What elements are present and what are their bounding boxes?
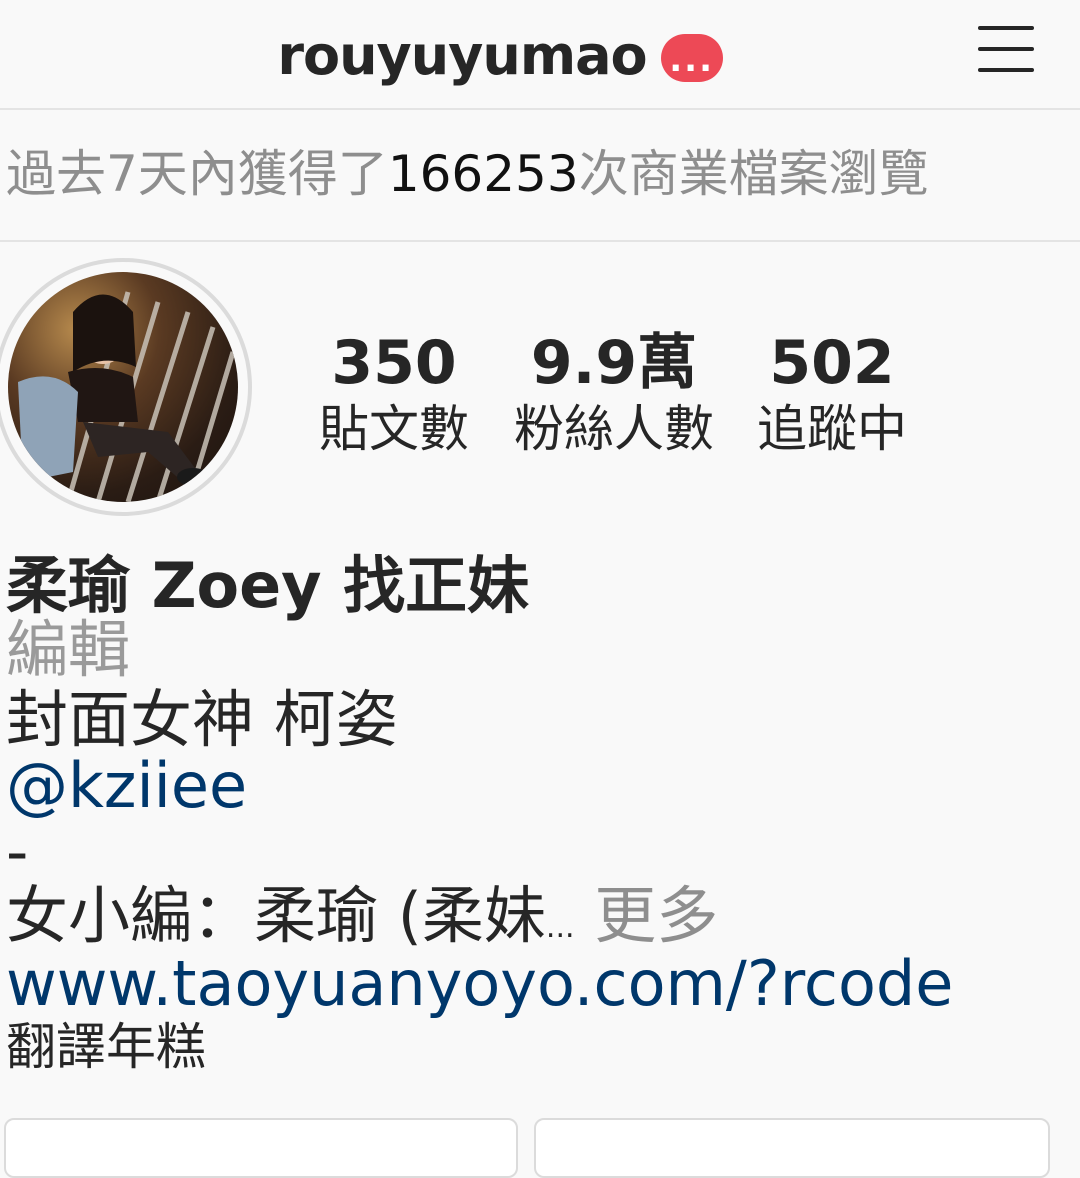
website-link[interactable]: www.taoyuanyoyo.com/?rcode [6,948,1076,1020]
notification-badge-icon[interactable] [660,33,723,82]
insight-prefix: 過去7天內獲得了 [6,145,388,203]
avatar-ring[interactable] [0,258,252,516]
bio-line-2-text: 女小編：柔瑜 (柔妹 [6,879,546,952]
avatar [8,272,238,502]
insight-suffix: 次商業檔案瀏覽 [578,145,929,203]
posts-stat[interactable]: 350 貼文數 [304,328,484,460]
profile-category: 編輯 [6,613,131,686]
following-label: 追蹤中 [757,400,907,458]
followers-count: 9.9萬 [530,328,698,398]
profile-display-name: 柔瑜 Zoey 找正妹 [6,549,530,622]
username-title: rouyuyumao [277,24,647,87]
followers-label: 粉絲人數 [514,400,714,458]
edit-profile-button[interactable] [4,1118,518,1178]
translate-link[interactable]: 翻譯年糕 [6,1016,1076,1078]
avatar-photo [18,291,236,502]
hamburger-menu-icon[interactable] [978,24,1034,74]
profile-views-insight[interactable]: 過去7天內獲得了166253次商業檔案瀏覽 [0,112,1080,242]
username-header[interactable]: rouyuyumao [0,24,1000,87]
insight-view-count: 166253 [387,145,579,203]
posts-count: 350 [331,328,457,398]
promotions-button[interactable] [534,1118,1050,1178]
bio-ellipsis: ... [545,910,575,945]
bio-dash: - [6,815,29,888]
followers-stat[interactable]: 9.9萬 粉絲人數 [506,328,722,460]
bio-more-link[interactable]: 更多 [594,879,718,952]
posts-label: 貼文數 [319,400,469,458]
following-stat[interactable]: 502 追蹤中 [742,328,922,460]
top-bar: rouyuyumao [0,0,1080,110]
bio-line-1: 封面女神 柯姿 [6,683,398,756]
bio-mention-link[interactable]: @kziiee [6,750,1076,822]
following-count: 502 [769,328,895,398]
